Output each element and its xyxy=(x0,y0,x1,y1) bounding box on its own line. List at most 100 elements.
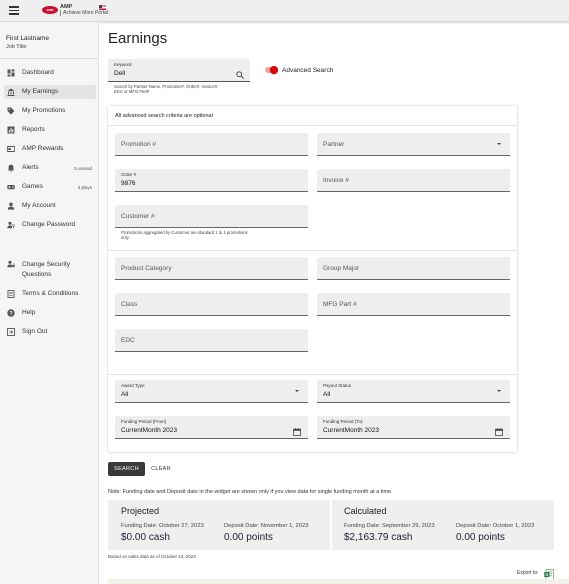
advanced-search-toggle[interactable] xyxy=(270,66,278,74)
sidebar-item-label: Change Password xyxy=(22,221,76,228)
keyword-field[interactable]: Keyword Dell xyxy=(108,59,250,82)
calculated-points: 0.00 points xyxy=(456,532,505,543)
award-type-value: All xyxy=(121,391,129,398)
partner-select[interactable]: Partner xyxy=(317,133,510,156)
sales-data-as-of: Based on sales data as of October 13, 20… xyxy=(108,554,196,559)
product-category-field[interactable]: Product Category xyxy=(115,257,308,280)
chevron-down-icon[interactable] xyxy=(497,390,501,392)
sidebar-item-label: Games xyxy=(22,183,43,190)
clear-button[interactable]: CLEAR xyxy=(148,462,174,476)
user-name: First Lastname xyxy=(6,35,49,42)
projected-cash: $0.00 cash xyxy=(121,532,170,543)
promotion-field[interactable]: Promotion # xyxy=(115,133,308,156)
keyword-hint: Search by Partner Name, Promotion#, Orde… xyxy=(114,84,219,95)
svg-text:X: X xyxy=(545,572,548,577)
sidebar-item-my-promotions[interactable]: My Promotions xyxy=(4,104,96,118)
panel-divider xyxy=(108,374,517,375)
sidebar-item-alerts[interactable]: Alerts 5 unread xyxy=(4,161,96,175)
us-flag-icon[interactable] xyxy=(99,5,106,10)
cmr-logo[interactable]: cmr xyxy=(42,6,58,14)
top-bar: cmr AMP Achieve More Portal xyxy=(0,0,569,22)
bar-chart-icon xyxy=(7,126,15,134)
payout-status-select[interactable]: Payout Status All xyxy=(317,380,510,403)
bottom-strip xyxy=(108,579,569,584)
calculated-funding-date: Funding Date: September 29, 2023 xyxy=(344,523,435,529)
sidebar-item-change-password[interactable]: Change Password xyxy=(4,218,96,232)
sidebar-item-dashboard[interactable]: Dashboard xyxy=(4,66,96,80)
tag-icon xyxy=(7,107,15,115)
funding-from-label: Funding Period (From) xyxy=(121,419,167,424)
sidebar-item-reports[interactable]: Reports xyxy=(4,123,96,137)
sidebar-item-terms-conditions[interactable]: Terms & Conditions xyxy=(4,287,96,301)
sidebar-item-label: Change Security Questions xyxy=(22,261,71,278)
sidebar-item-label: My Promotions xyxy=(22,107,66,114)
sidebar-item-label: Dashboard xyxy=(22,69,54,76)
person-key-icon xyxy=(7,221,15,229)
funding-period-to-field[interactable]: Funding Period (To) CurrentMonth 2023 xyxy=(317,416,510,439)
page-title: Earnings xyxy=(108,30,168,47)
funding-date-note: Note: Funding date and Deposit date in t… xyxy=(108,489,393,495)
search-icon[interactable] xyxy=(236,66,244,79)
sidebar-item-help[interactable]: ? Help xyxy=(4,306,96,320)
sidebar-item-change-security-questions[interactable]: Change Security Questions xyxy=(4,258,96,278)
sidebar-item-label: My Earnings xyxy=(22,88,59,95)
projected-title: Projected xyxy=(121,506,160,516)
invoice-placeholder: Invoice # xyxy=(323,177,350,184)
advanced-search-label: Advanced Search xyxy=(282,67,334,74)
gift-card-icon xyxy=(7,145,15,153)
mfg-part-field[interactable]: MFG Part # xyxy=(317,293,510,316)
calendar-icon[interactable] xyxy=(495,423,503,436)
sidebar-item-my-account[interactable]: My Account xyxy=(4,199,96,213)
gamepad-icon xyxy=(7,183,15,191)
edc-placeholder: EDC xyxy=(121,337,135,344)
customer-field[interactable]: Customer # xyxy=(115,205,308,228)
partner-placeholder: Partner xyxy=(323,141,345,148)
advanced-criteria-note: All advanced search criteria are optiona… xyxy=(115,113,213,119)
person-icon xyxy=(7,202,15,210)
keyword-label: Keyword xyxy=(114,62,132,67)
class-field[interactable]: Class xyxy=(115,293,308,316)
sidebar-item-amp-rewards[interactable]: AMP Rewards xyxy=(4,142,96,156)
sidebar-item-label: Alerts xyxy=(22,164,39,171)
sidebar-item-label: My Account xyxy=(22,202,56,209)
exit-icon xyxy=(7,328,15,336)
group-major-field[interactable]: Group Major xyxy=(317,257,510,280)
chevron-down-icon[interactable] xyxy=(295,390,299,392)
help-icon: ? xyxy=(7,309,15,317)
user-job-title: Job Title xyxy=(6,44,27,50)
edc-field[interactable]: EDC xyxy=(115,329,308,352)
mfg-part-placeholder: MFG Part # xyxy=(323,301,357,308)
order-input[interactable]: 9876 xyxy=(121,180,135,187)
projected-funding-date: Funding Date: October 27, 2023 xyxy=(121,523,204,529)
brand-subtitle: Achieve More Portal xyxy=(60,10,108,16)
bell-icon xyxy=(7,164,15,172)
order-field[interactable]: Order # 9876 xyxy=(115,169,308,192)
customer-hint: Promotions aggregated by Customer are st… xyxy=(121,230,248,241)
sidebar-item-label: Terms & Conditions xyxy=(22,290,79,297)
promotion-placeholder: Promotion # xyxy=(121,141,157,148)
search-button[interactable]: SEARCH xyxy=(108,462,145,476)
person-lock-icon xyxy=(7,260,15,268)
calendar-icon[interactable] xyxy=(293,423,301,436)
sidebar-item-my-earnings[interactable]: My Earnings xyxy=(4,85,96,99)
customer-placeholder: Customer # xyxy=(121,213,155,220)
calculated-title: Calculated xyxy=(344,506,387,516)
excel-export-icon[interactable]: X xyxy=(544,567,554,580)
funding-from-input[interactable]: CurrentMonth 2023 xyxy=(121,427,177,434)
keyword-input[interactable]: Dell xyxy=(114,70,125,77)
dashboard-icon xyxy=(7,69,15,77)
funding-to-input[interactable]: CurrentMonth 2023 xyxy=(323,427,379,434)
sidebar-item-sign-out[interactable]: Sign Out xyxy=(4,325,96,339)
sidebar-item-label: Sign Out xyxy=(22,328,48,335)
hamburger-menu-icon[interactable] xyxy=(9,6,19,15)
sidebar-item-games[interactable]: Games 3 plays xyxy=(4,180,96,194)
projected-deposit-date: Deposit Date: November 1, 2023 xyxy=(224,523,309,529)
award-type-select[interactable]: Award Type All xyxy=(115,380,308,403)
funding-period-from-field[interactable]: Funding Period (From) CurrentMonth 2023 xyxy=(115,416,308,439)
group-major-placeholder: Group Major xyxy=(323,265,360,272)
games-plays-count: 3 plays xyxy=(77,184,92,190)
document-icon xyxy=(7,290,15,298)
invoice-field[interactable]: Invoice # xyxy=(317,169,510,192)
summary-divider xyxy=(330,500,332,550)
chevron-down-icon[interactable] xyxy=(497,143,501,145)
